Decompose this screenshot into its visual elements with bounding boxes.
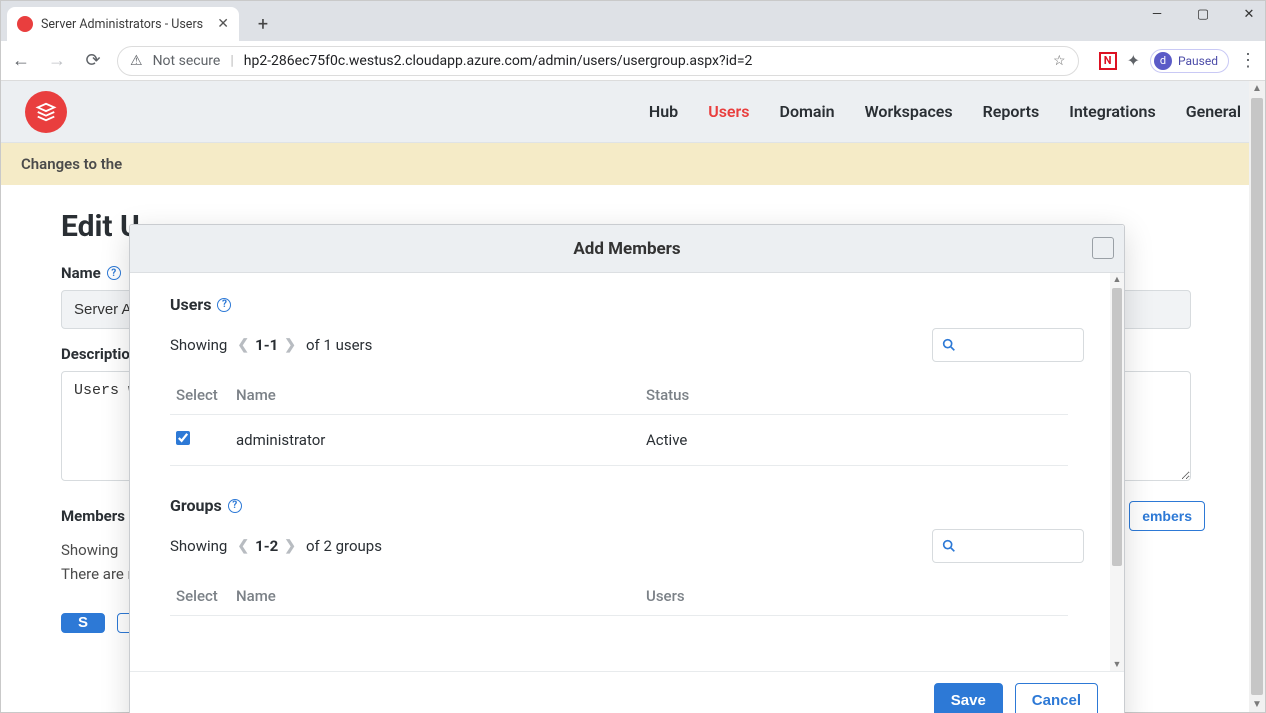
nav-users[interactable]: Users (708, 102, 749, 121)
scroll-down-icon[interactable]: ▼ (1113, 658, 1122, 671)
modal-title: Add Members (573, 239, 680, 259)
nav-domain[interactable]: Domain (780, 102, 835, 121)
modal-header: Add Members (130, 225, 1124, 273)
app-logo-icon[interactable] (25, 91, 67, 133)
row-name: administrator (230, 415, 640, 466)
modal-close-button[interactable] (1092, 237, 1114, 259)
groups-heading: Groups (170, 496, 222, 515)
chevron-right-icon[interactable]: ❯ (284, 538, 296, 554)
nav-hub[interactable]: Hub (649, 102, 678, 121)
help-icon[interactable]: ? (107, 266, 121, 280)
address-bar[interactable]: ⚠ Not secure | hp2-286ec75f0c.westus2.cl… (117, 46, 1079, 76)
help-icon[interactable]: ? (228, 499, 242, 513)
users-heading: Users (170, 295, 211, 314)
extensions: N ✦ d Paused ⋮ (1099, 49, 1257, 73)
help-icon[interactable]: ? (217, 298, 231, 312)
modal-body: Users ? Showing ❮ 1-1 ❯ of 1 users (130, 273, 1124, 671)
scroll-down-icon[interactable]: ▼ (1252, 697, 1262, 712)
users-table: Select Name Status administrator Active (170, 376, 1068, 466)
modal-footer: Save Cancel (130, 671, 1124, 713)
row-checkbox[interactable] (176, 431, 190, 445)
description-label: Descriptio (61, 345, 130, 363)
users-suffix: of 1 users (306, 336, 372, 354)
groups-section-title: Groups ? (170, 496, 1084, 515)
search-icon (941, 538, 957, 554)
users-range: 1-1 (255, 336, 278, 354)
paused-label: Paused (1178, 54, 1218, 68)
modal-scrollbar[interactable]: ▲ ▼ (1110, 273, 1124, 671)
close-tab-button[interactable]: ✕ (217, 16, 229, 32)
users-showing-row: Showing ❮ 1-1 ❯ of 1 users (170, 328, 1084, 362)
profile-avatar-icon: d (1154, 52, 1172, 70)
chevron-left-icon[interactable]: ❮ (237, 538, 249, 554)
users-pager: ❮ 1-1 ❯ (237, 336, 296, 354)
favicon-icon (17, 16, 33, 32)
tab-title: Server Administrators - Users (41, 17, 203, 32)
groups-pager: ❮ 1-2 ❯ (237, 537, 296, 555)
app-viewport: Hub Users Domain Workspaces Reports Inte… (1, 81, 1265, 712)
close-window-button[interactable]: ✕ (1237, 7, 1261, 22)
minimize-button[interactable]: — (1145, 7, 1169, 22)
profile-paused-pill[interactable]: d Paused (1150, 49, 1229, 73)
groups-showing-prefix: Showing (170, 537, 227, 555)
groups-showing-row: Showing ❮ 1-2 ❯ of 2 groups (170, 529, 1084, 563)
col-name: Name (230, 376, 640, 415)
col-status: Status (640, 376, 1068, 415)
col-users: Users (640, 577, 1068, 616)
maximize-button[interactable]: ▢ (1191, 7, 1215, 22)
col-select: Select (170, 577, 230, 616)
users-search-input[interactable] (932, 328, 1084, 362)
browser-tab[interactable]: Server Administrators - Users ✕ (7, 7, 239, 41)
extensions-icon[interactable]: ✦ (1127, 51, 1140, 70)
save-page-button[interactable]: S (61, 613, 105, 633)
back-button[interactable]: ← (9, 49, 33, 73)
col-name: Name (230, 577, 640, 616)
row-status: Active (640, 415, 1068, 466)
groups-search-input[interactable] (932, 529, 1084, 563)
scroll-up-icon[interactable]: ▲ (1252, 81, 1262, 96)
extension-n-icon[interactable]: N (1099, 52, 1117, 70)
security-label: Not secure (153, 53, 221, 69)
nav-links: Hub Users Domain Workspaces Reports Inte… (649, 102, 1241, 121)
changes-banner: Changes to the (1, 143, 1265, 185)
users-showing-prefix: Showing (170, 336, 227, 354)
forward-button[interactable]: → (45, 49, 69, 73)
scroll-thumb[interactable] (1112, 288, 1122, 566)
chrome-menu-button[interactable]: ⋮ (1239, 50, 1257, 71)
groups-suffix: of 2 groups (306, 537, 382, 555)
url-text: hp2-286ec75f0c.westus2.cloudapp.azure.co… (244, 53, 753, 69)
search-icon (941, 337, 957, 353)
groups-table: Select Name Users (170, 577, 1068, 616)
window-controls: — ▢ ✕ (1145, 7, 1261, 22)
bookmark-icon[interactable]: ☆ (1053, 53, 1066, 69)
users-section-title: Users ? (170, 295, 1084, 314)
nav-integrations[interactable]: Integrations (1069, 102, 1155, 121)
browser-window: — ▢ ✕ Server Administrators - Users ✕ + … (0, 0, 1266, 713)
col-select: Select (170, 376, 230, 415)
reload-button[interactable]: ⟳ (81, 49, 105, 73)
groups-range: 1-2 (255, 537, 278, 555)
cancel-button[interactable]: Cancel (1015, 683, 1098, 713)
app-topnav: Hub Users Domain Workspaces Reports Inte… (1, 81, 1265, 143)
chevron-right-icon[interactable]: ❯ (284, 337, 296, 353)
scroll-up-icon[interactable]: ▲ (1113, 273, 1122, 286)
add-members-modal: Add Members Users ? Showing ❮ 1-1 ❯ of 1… (129, 224, 1125, 713)
add-members-button[interactable]: embers (1129, 501, 1205, 531)
chevron-left-icon[interactable]: ❮ (237, 337, 249, 353)
not-secure-icon: ⚠ (130, 53, 143, 69)
nav-workspaces[interactable]: Workspaces (865, 102, 953, 121)
scroll-thumb[interactable] (1251, 98, 1263, 695)
save-button[interactable]: Save (934, 683, 1003, 713)
tab-bar: Server Administrators - Users ✕ + (1, 1, 1265, 41)
toolbar: ← → ⟳ ⚠ Not secure | hp2-286ec75f0c.west… (1, 41, 1265, 81)
name-label: Name (61, 264, 101, 282)
nav-general[interactable]: General (1186, 102, 1241, 121)
table-row: administrator Active (170, 415, 1068, 466)
app-scrollbar[interactable]: ▲ ▼ (1249, 81, 1265, 712)
nav-reports[interactable]: Reports (983, 102, 1040, 121)
new-tab-button[interactable]: + (249, 10, 277, 38)
members-label: Members (61, 507, 125, 525)
